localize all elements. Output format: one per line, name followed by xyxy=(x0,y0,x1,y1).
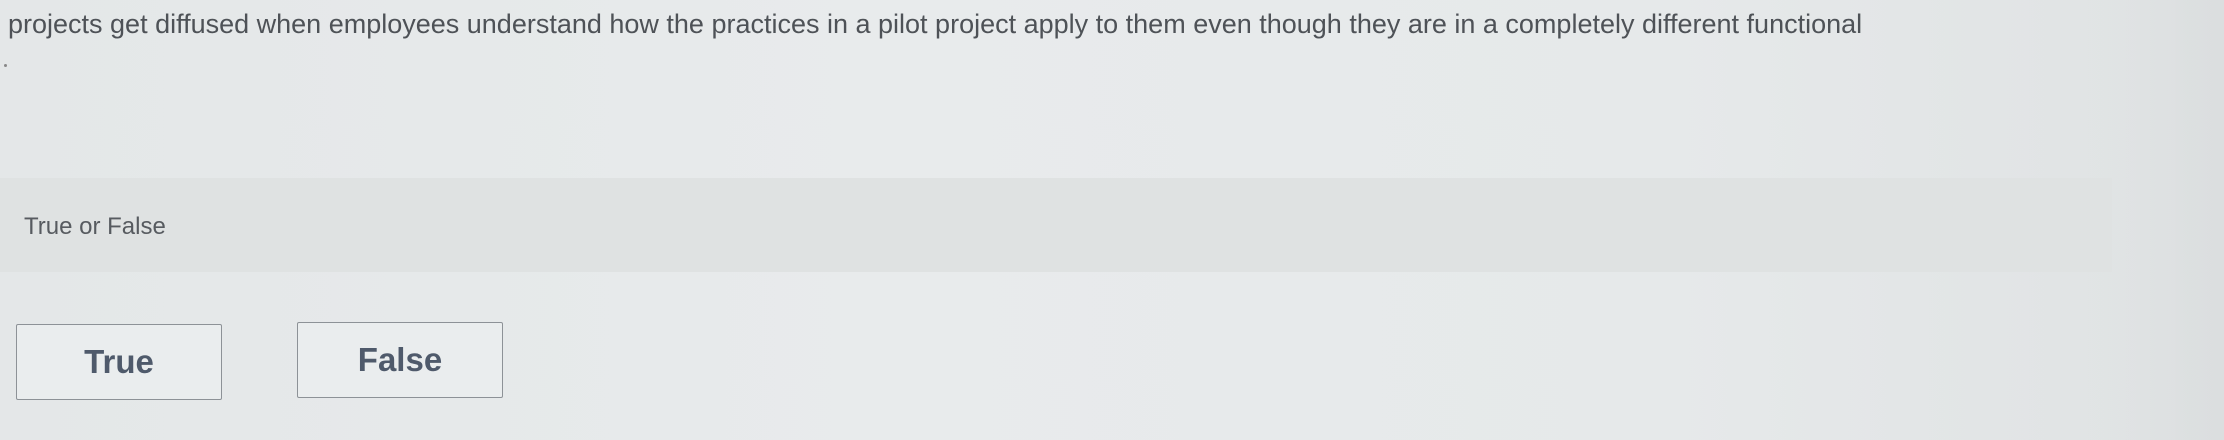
question-type-label: True or False xyxy=(24,213,166,240)
text-cursor-mark xyxy=(4,64,7,67)
question-text: projects get diffused when employees und… xyxy=(8,9,1863,39)
screen-edge-shade xyxy=(2112,0,2224,440)
prompt-band xyxy=(0,178,2112,272)
false-button[interactable]: False xyxy=(297,322,503,398)
true-button[interactable]: True xyxy=(16,324,222,400)
